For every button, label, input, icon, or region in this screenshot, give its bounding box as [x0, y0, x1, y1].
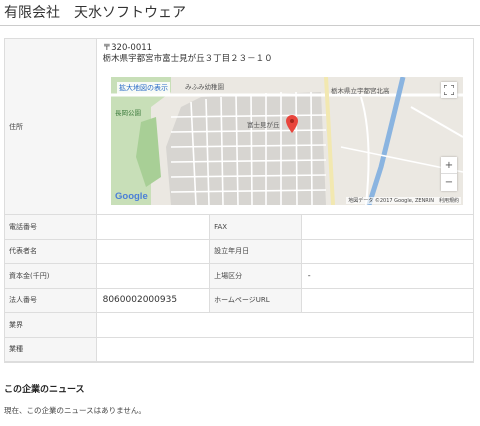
industry-value: [97, 313, 473, 337]
table-row: 法人番号 8060002000935 ホームページURL: [5, 288, 473, 313]
zoom-control: + −: [441, 157, 457, 191]
address-text: 栃木県宇都宮市富士見が丘３丁目２３－１０: [102, 54, 273, 64]
map-place-label: みふみ幼稚園: [185, 83, 224, 91]
map-canvas: [111, 77, 463, 205]
business-type-value: [97, 338, 473, 361]
representative-value: [97, 239, 211, 263]
representative-label: 代表者名: [5, 239, 97, 263]
table-row: 代表者名 設立年月日: [5, 239, 473, 264]
fullscreen-button[interactable]: [441, 82, 457, 98]
phone-value: [97, 215, 211, 239]
map-attribution[interactable]: 地図データ ©2017 Google, ZENRIN 利用規約: [346, 197, 461, 204]
zoom-in-button[interactable]: +: [441, 157, 457, 174]
news-empty-text: 現在、この企業のニュースはありません。: [4, 406, 146, 415]
business-type-label: 業種: [5, 337, 97, 361]
map-pin-icon[interactable]: [286, 115, 298, 133]
founded-value: [302, 240, 473, 264]
zoom-out-button[interactable]: −: [441, 174, 457, 191]
corporate-number-value: 8060002000935: [97, 288, 211, 312]
table-row: 電話番号 FAX: [5, 215, 473, 240]
capital-label: 資本金(千円): [5, 264, 97, 288]
capital-value: [97, 264, 211, 288]
table-row: 資本金(千円) 上場区分 -: [5, 264, 473, 289]
map-place-label: 長岡公園: [115, 109, 141, 117]
table-row: 業界: [5, 313, 473, 338]
company-title: 有限会社 天水ソフトウェア: [4, 5, 186, 21]
company-info-table: 住所 〒320-0011 栃木県宇都宮市富士見が丘３丁目２３－１０ 電話番号 F…: [4, 38, 474, 363]
map-place-label: 富士見が丘: [247, 121, 280, 129]
corporate-number-label: 法人番号: [5, 288, 97, 312]
news-heading: この企業のニュース: [4, 385, 85, 395]
fax-label: FAX: [210, 215, 302, 239]
embedded-map[interactable]: 拡大地図の表示 みふみ幼稚園 栃木県立宇都宮北高 長岡公園 富士見が丘 + − …: [111, 77, 463, 205]
industry-label: 業界: [5, 313, 97, 337]
title-bar: 有限会社 天水ソフトウェア: [0, 0, 480, 26]
fullscreen-icon: [444, 85, 454, 95]
map-place-label: 栃木県立宇都宮北高: [331, 87, 390, 95]
listing-value: -: [307, 271, 311, 281]
postal-code: 〒320-0011: [102, 43, 153, 53]
phone-label: 電話番号: [5, 215, 97, 239]
founded-label: 設立年月日: [210, 239, 302, 263]
table-row: 業種: [5, 337, 473, 362]
listing-label: 上場区分: [210, 264, 302, 288]
address-label: 住所: [5, 39, 97, 214]
homepage-label: ホームページURL: [210, 288, 302, 312]
google-logo: Google: [115, 191, 148, 202]
enlarge-map-link[interactable]: 拡大地図の表示: [117, 82, 170, 94]
homepage-value: [302, 289, 473, 313]
fax-value: [302, 215, 473, 239]
